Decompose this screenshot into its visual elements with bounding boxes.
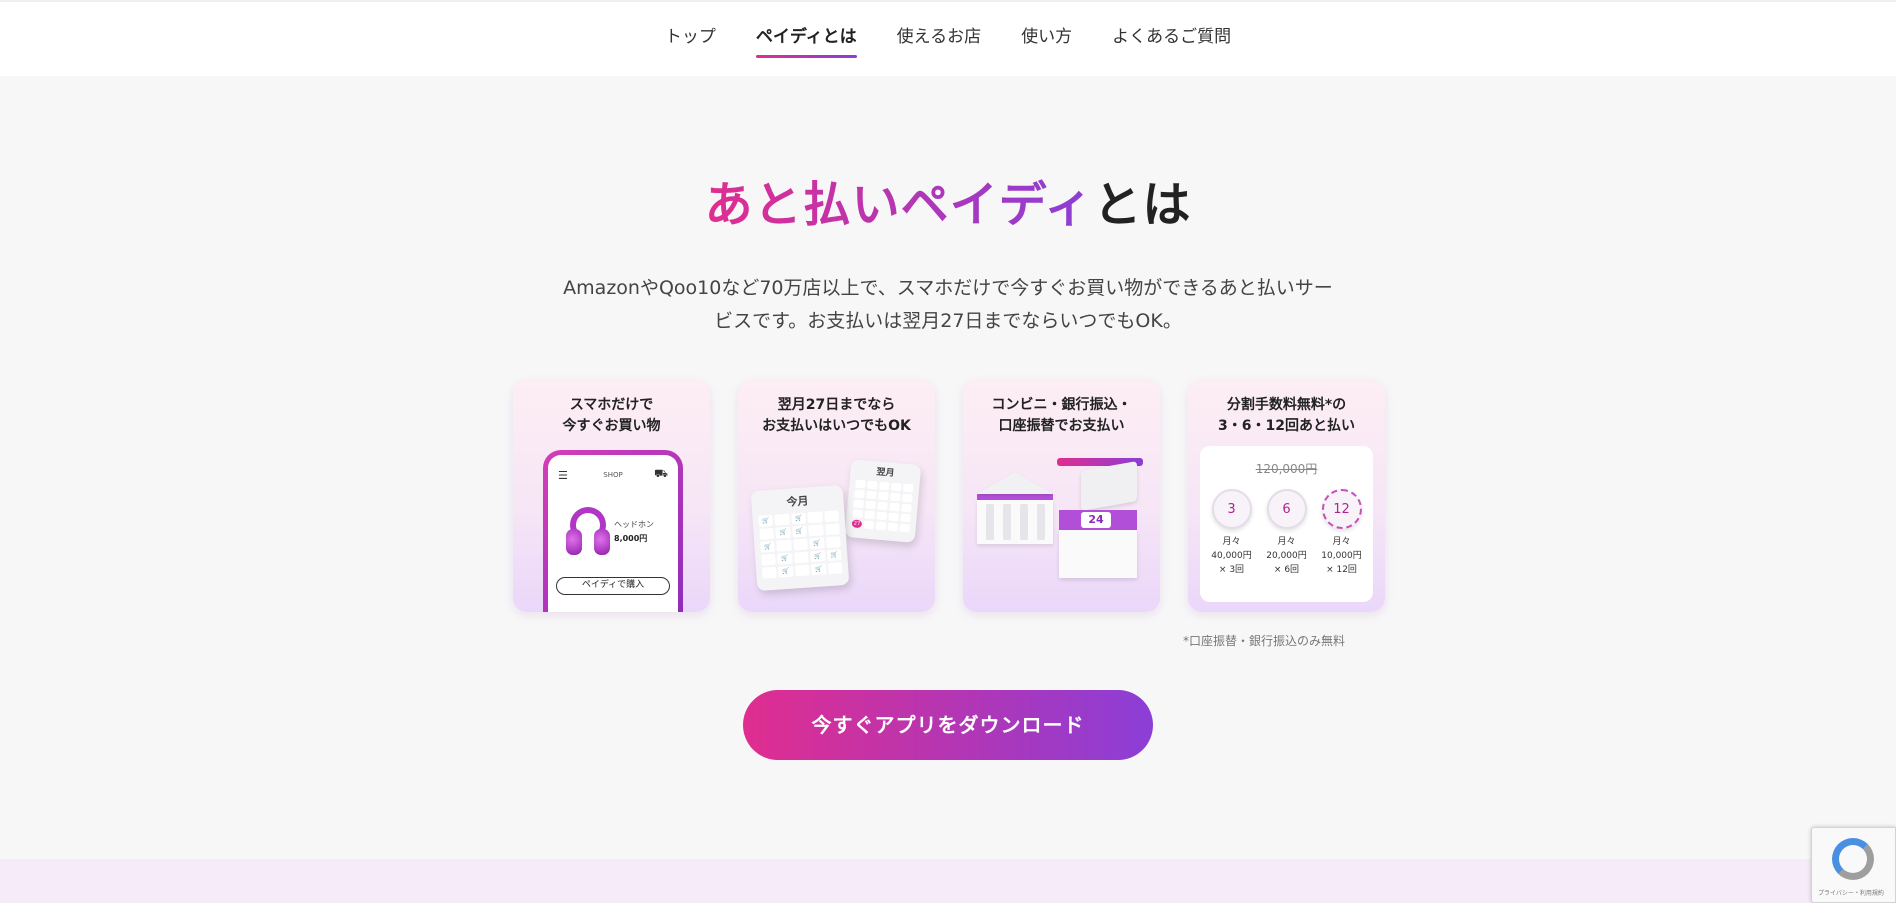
installment-ring: 12 [1321, 489, 1362, 529]
pay-with-paidy-button: ペイディで購入 [556, 577, 670, 595]
installment-count: 6 [1282, 501, 1291, 517]
card-title-line-2: 口座振替でお支払い [998, 418, 1125, 434]
card-title: スマホだけで 今すぐお買い物 [513, 395, 710, 437]
monthly-amount: 20,000円 [1266, 551, 1307, 561]
nav-item-how-to[interactable]: 使い方 [1001, 22, 1092, 62]
cart-icon: ⛟ [654, 467, 668, 480]
installment-panel: 120,000円 3 月々 40,000円 × 3回 6 月々 20,000円 … [1200, 446, 1373, 602]
recaptcha-privacy-text: プライバシー・利用規約 [1818, 890, 1884, 897]
nav-item-top[interactable]: トップ [645, 22, 736, 62]
calendar-grid: 27 [845, 475, 920, 537]
nav-item-faq[interactable]: よくあるご質問 [1092, 22, 1251, 62]
installment-times: × 12回 [1326, 565, 1357, 575]
product-price: 8,000円 [614, 534, 648, 543]
title-highlight: あと払いペイディ [704, 177, 1094, 233]
store-sign: 24 [1059, 510, 1137, 530]
installment-times: × 3回 [1218, 565, 1245, 575]
installment-ring: 3 [1211, 489, 1252, 529]
cart-icon: 🛒 [758, 514, 774, 527]
card-title-line-1: コンビニ・銀行振込・ [991, 397, 1132, 413]
calendar-grid: 🛒 🛒 🛒 🛒 🛒 🛒 🛒 🛒 🛒 🛒 🛒 [752, 506, 849, 583]
this-month-calendar: 今月 🛒 🛒 🛒 🛒 🛒 🛒 🛒 🛒 🛒 🛒 🛒 [750, 484, 850, 592]
service-description: AmazonやQoo10など70万店以上で、スマホだけで今すぐお買い物ができるあ… [540, 272, 1356, 338]
card-title-line-2: 3・6・12回あと払い [1218, 418, 1355, 434]
installment-option-3: 3 月々 40,000円 × 3回 [1207, 489, 1257, 577]
description-line-1: AmazonやQoo10など70万店以上で、スマホだけで今すぐお買い物ができるあ… [563, 277, 1333, 299]
card-title: 分割手数料無料*の 3・6・12回あと払い [1188, 395, 1385, 437]
nav-item-about-paidy[interactable]: ペイディとは [736, 22, 877, 62]
product-name: ヘッドホン [614, 520, 654, 529]
original-price: 120,000円 [1255, 462, 1318, 476]
store-24-label: 24 [1081, 512, 1111, 528]
installment-option-6: 6 月々 20,000円 × 6回 [1262, 489, 1312, 577]
due-date-marker: 27 [851, 519, 863, 529]
installment-label: 月々 20,000円 × 6回 [1262, 535, 1312, 577]
installment-options: 3 月々 40,000円 × 3回 6 月々 20,000円 × 6回 12 月… [1200, 489, 1373, 577]
monthly-label: 月々 [1222, 537, 1241, 547]
title-rest: とは [1093, 177, 1192, 233]
installment-label: 月々 10,000円 × 12回 [1317, 535, 1367, 577]
feature-card-pay-by-27th: 翌月27日までなら お支払いはいつでもOK 翌月 27 今月 🛒 🛒 🛒 🛒 🛒 🛒 … [738, 380, 935, 612]
installment-option-12: 12 月々 10,000円 × 12回 [1317, 489, 1367, 577]
card-title-line-2: 今すぐお買い物 [562, 418, 661, 434]
description-line-2: ビスです。お支払いは翌月27日までならいつでもOK。 [714, 310, 1182, 332]
phone-screen: ☰ SHOP ⛟ ヘッドホン 8,000円 ペイディで購入 [548, 455, 678, 612]
nav-list: トップ ペイディとは 使えるお店 使い方 よくあるご質問 [0, 2, 1896, 76]
installment-times: × 6回 [1273, 565, 1300, 575]
card-title-line-1: 翌月27日までなら [777, 397, 896, 413]
installment-count: 3 [1227, 501, 1236, 517]
installment-ring: 6 [1266, 489, 1307, 529]
card-title-line-2: お支払いはいつでもOK [762, 418, 911, 434]
monthly-label: 月々 [1332, 537, 1351, 547]
nav-item-stores[interactable]: 使えるお店 [877, 22, 1002, 62]
phone-illustration: ☰ SHOP ⛟ ヘッドホン 8,000円 ペイディで購入 [543, 450, 683, 612]
fee-footnote: *口座振替・銀行振込のみ無料 [1183, 634, 1346, 648]
installment-label: 月々 40,000円 × 3回 [1207, 535, 1257, 577]
download-app-button[interactable]: 今すぐアプリをダウンロード [743, 690, 1153, 760]
headphones-icon [566, 507, 610, 555]
card-title-line-1: 分割手数料無料*の [1226, 397, 1347, 413]
convenience-store-icon: 24 [1051, 458, 1143, 588]
next-section-band [0, 859, 1896, 903]
card-title-line-1: スマホだけで [569, 397, 654, 413]
bank-icon [977, 472, 1053, 546]
feature-card-smartphone: スマホだけで 今すぐお買い物 ☰ SHOP ⛟ ヘッドホン 8,000円 ペイデ… [513, 380, 710, 612]
card-title: 翌月27日までなら お支払いはいつでもOK [738, 395, 935, 437]
monthly-amount: 40,000円 [1211, 551, 1252, 561]
feature-card-installments: 分割手数料無料*の 3・6・12回あと払い 120,000円 3 月々 40,0… [1188, 380, 1385, 612]
recaptcha-icon [1832, 838, 1874, 880]
recaptcha-badge[interactable]: プライバシー・利用規約 [1811, 827, 1896, 903]
installment-count: 12 [1333, 501, 1350, 517]
feature-cards: スマホだけで 今すぐお買い物 ☰ SHOP ⛟ ヘッドホン 8,000円 ペイデ… [513, 380, 1385, 612]
top-nav: トップ ペイディとは 使えるお店 使い方 よくあるご質問 [0, 0, 1896, 76]
monthly-amount: 10,000円 [1321, 551, 1362, 561]
monthly-label: 月々 [1277, 537, 1296, 547]
card-title: コンビニ・銀行振込・ 口座振替でお支払い [963, 395, 1160, 437]
page-title: あと払いペイディとは [0, 165, 1896, 235]
next-month-calendar: 翌月 27 [844, 459, 922, 543]
feature-card-payment-methods: コンビニ・銀行振込・ 口座振替でお支払い 24 [963, 380, 1160, 612]
